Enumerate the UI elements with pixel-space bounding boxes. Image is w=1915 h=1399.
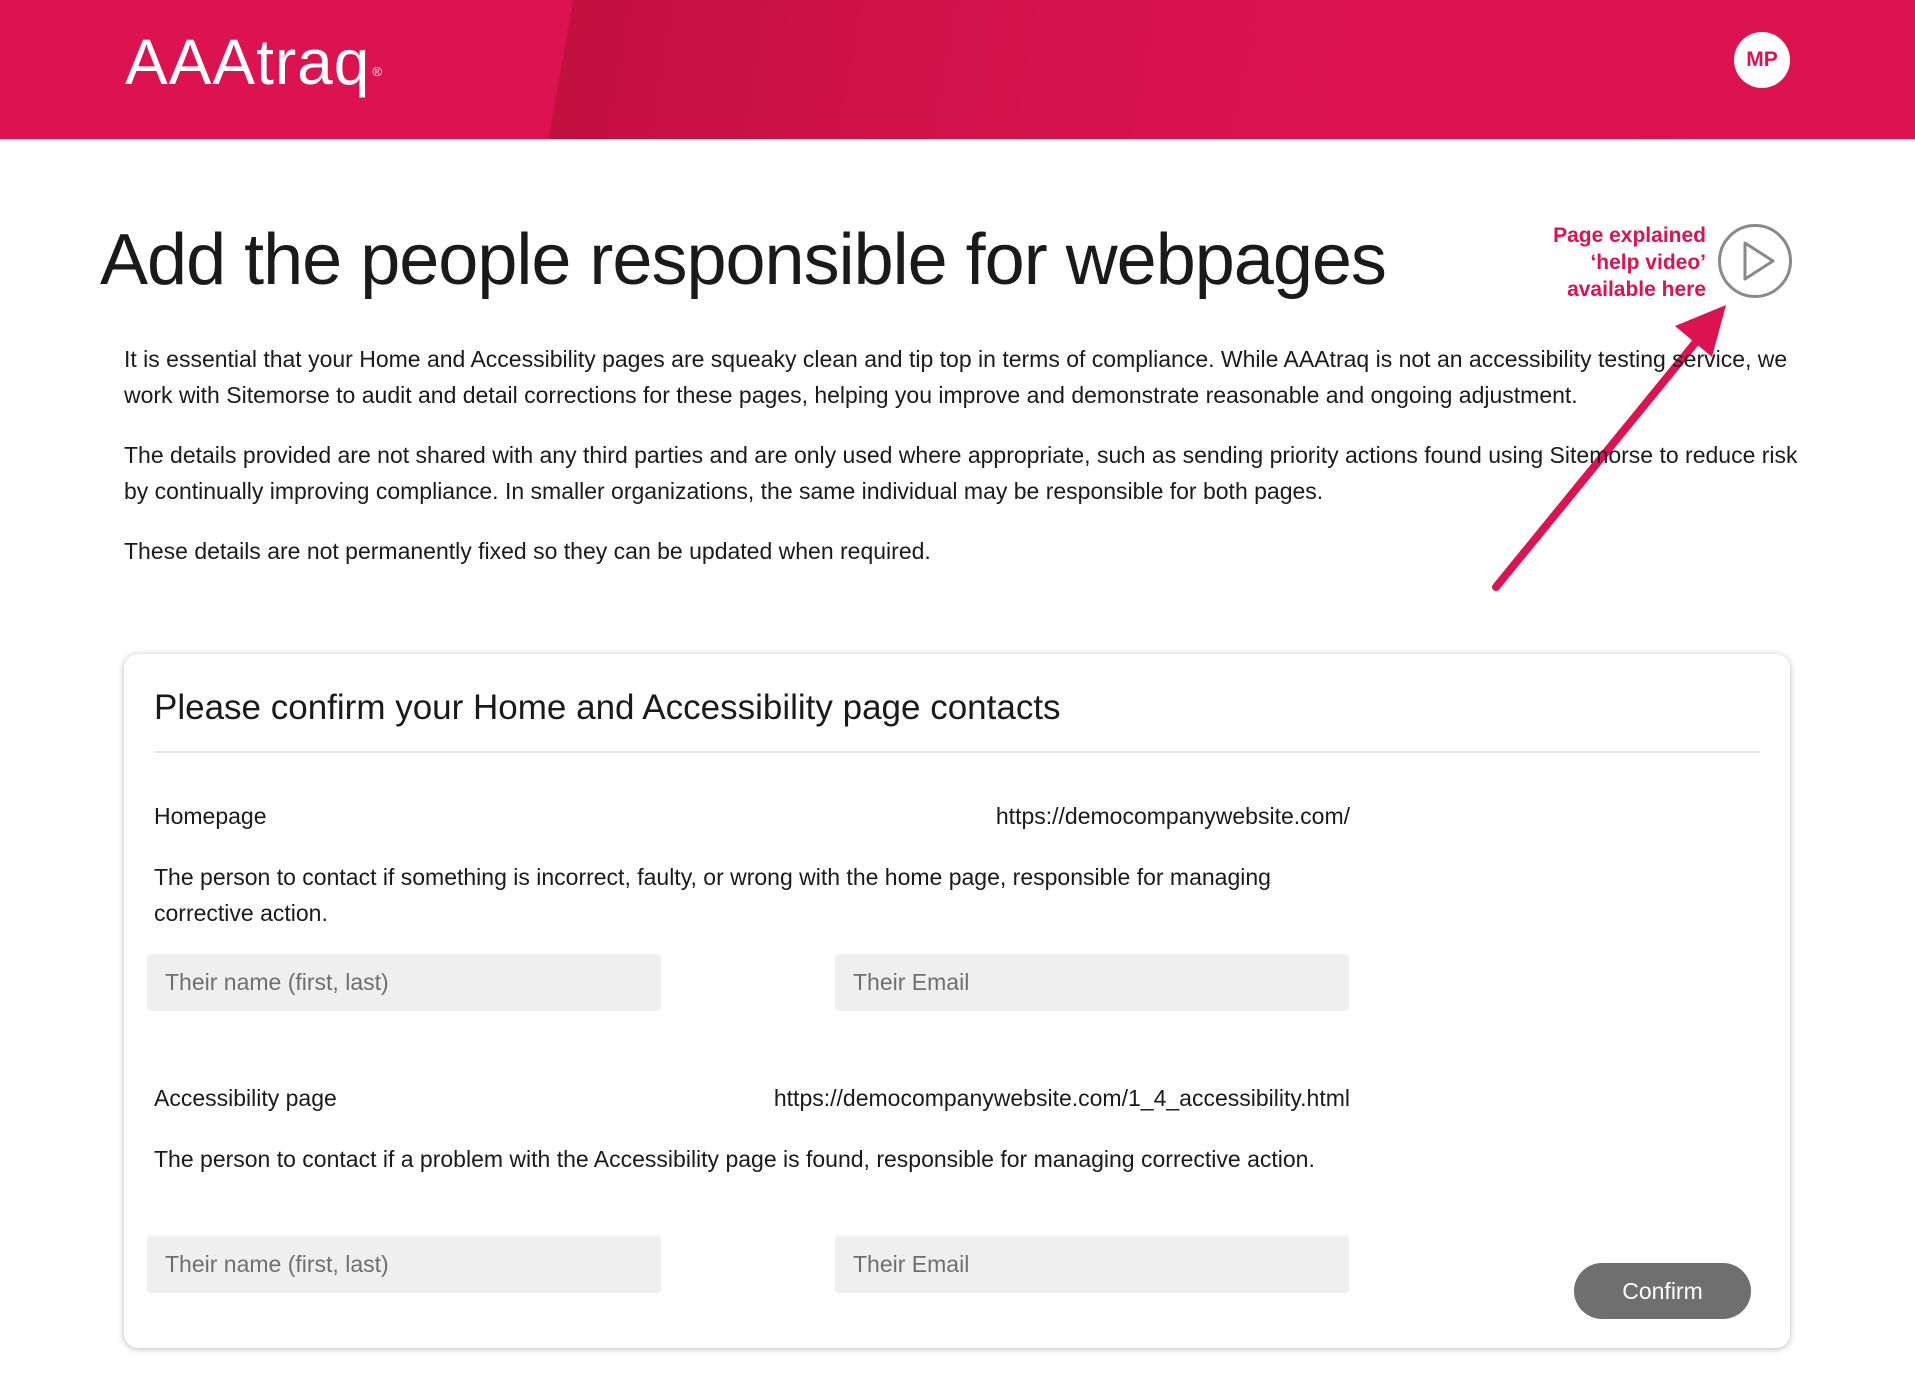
homepage-url: https://democompanywebsite.com/ [995,803,1350,829]
accessibility-url: https://democompanywebsite.com/1_4_acces… [773,1085,1350,1111]
card-title: Please confirm your Home and Accessibili… [154,688,1061,727]
accessibility-label: Accessibility page [154,1085,337,1111]
help-note-line: available here [1567,278,1706,301]
contacts-card: Please confirm your Home and Accessibili… [124,654,1790,1348]
confirm-button[interactable]: Confirm [1574,1263,1751,1319]
accessibility-email-input[interactable] [835,1236,1349,1293]
homepage-label: Homepage [154,803,267,829]
accessibility-name-input[interactable] [147,1236,661,1293]
help-video-button[interactable] [1718,224,1792,298]
registered-mark: ® [372,64,383,79]
intro-paragraph: It is essential that your Home and Acces… [124,346,1788,408]
help-note-line: ‘help video’ [1590,251,1706,274]
top-header: AAAtraq ® MP [0,0,1915,139]
play-icon [1743,241,1775,281]
homepage-email-input[interactable] [835,954,1349,1011]
aaatraq-logo[interactable]: AAAtraq ® [125,22,383,102]
intro-paragraph: The details provided are not shared with… [124,442,1798,504]
page-title: Add the people responsible for webpages [100,220,1387,300]
help-note-line: Page explained [1553,224,1706,247]
help-video-note: Page explained ‘help video’ available he… [1490,222,1706,303]
accessibility-description: The person to contact if a problem with … [154,1146,1315,1172]
intro-text: It is essential that your Home and Acces… [124,341,1804,593]
intro-paragraph: These details are not permanently fixed … [124,538,931,564]
homepage-description: The person to contact if something is in… [154,864,1271,926]
logo-text: AAAtraq [125,26,371,98]
homepage-name-input[interactable] [147,954,661,1011]
card-divider [154,751,1760,753]
user-avatar[interactable]: MP [1734,32,1790,88]
